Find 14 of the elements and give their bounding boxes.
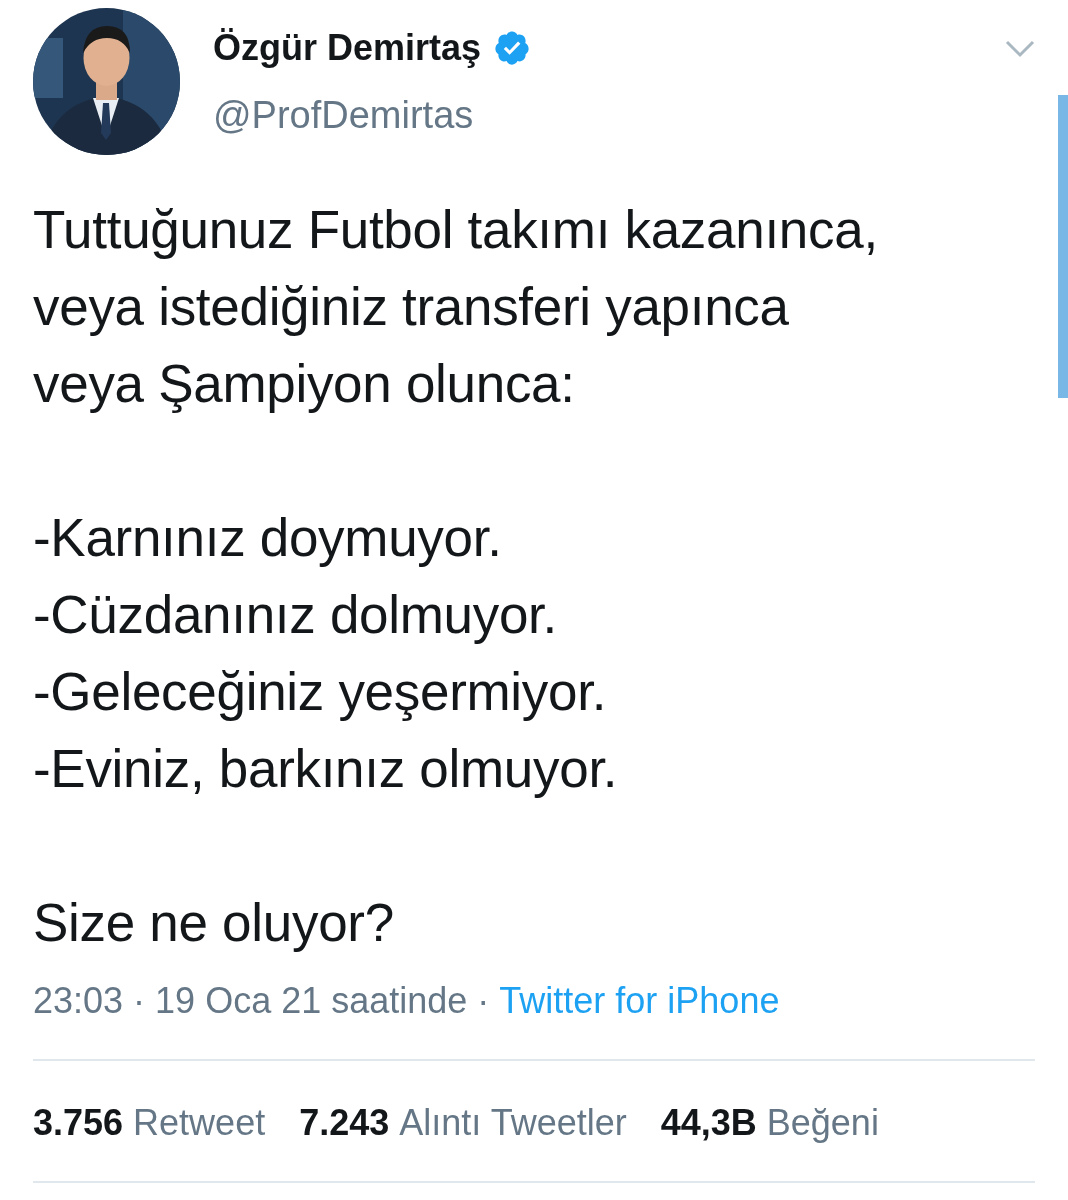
author-handle[interactable]: @ProfDemirtas	[213, 93, 532, 137]
tweet-time: 23:03 · 19 Oca 21 saatinde	[33, 980, 468, 1021]
stat-label[interactable]: Beğeni	[766, 1102, 879, 1143]
stat-label[interactable]: Retweet	[133, 1102, 266, 1143]
stat-label[interactable]: Alıntı Tweetler	[399, 1102, 627, 1143]
stat-count: 7.243	[299, 1102, 390, 1143]
separator: ·	[477, 980, 490, 1021]
stat-count: 44,3B	[660, 1102, 757, 1143]
author-name[interactable]: Özgür Demirtaş	[213, 27, 482, 69]
scrollbar[interactable]	[1058, 95, 1068, 398]
chevron-down-icon[interactable]	[1005, 40, 1035, 58]
source-link[interactable]: Twitter for iPhone	[499, 980, 780, 1021]
tweet-text: Tuttuğunuz Futbol takımı kazanınca, veya istediğiniz transferi yapınca veya Şampiyon olunca: -Karnınız doymuyor. -Cüzdanınız dolmuyor. -Geleceğiniz yeşermiyor. -Eviniz, barkınız olmuyor. Size ne oluyor?	[33, 199, 879, 954]
stat-count: 3.756	[33, 1102, 124, 1143]
